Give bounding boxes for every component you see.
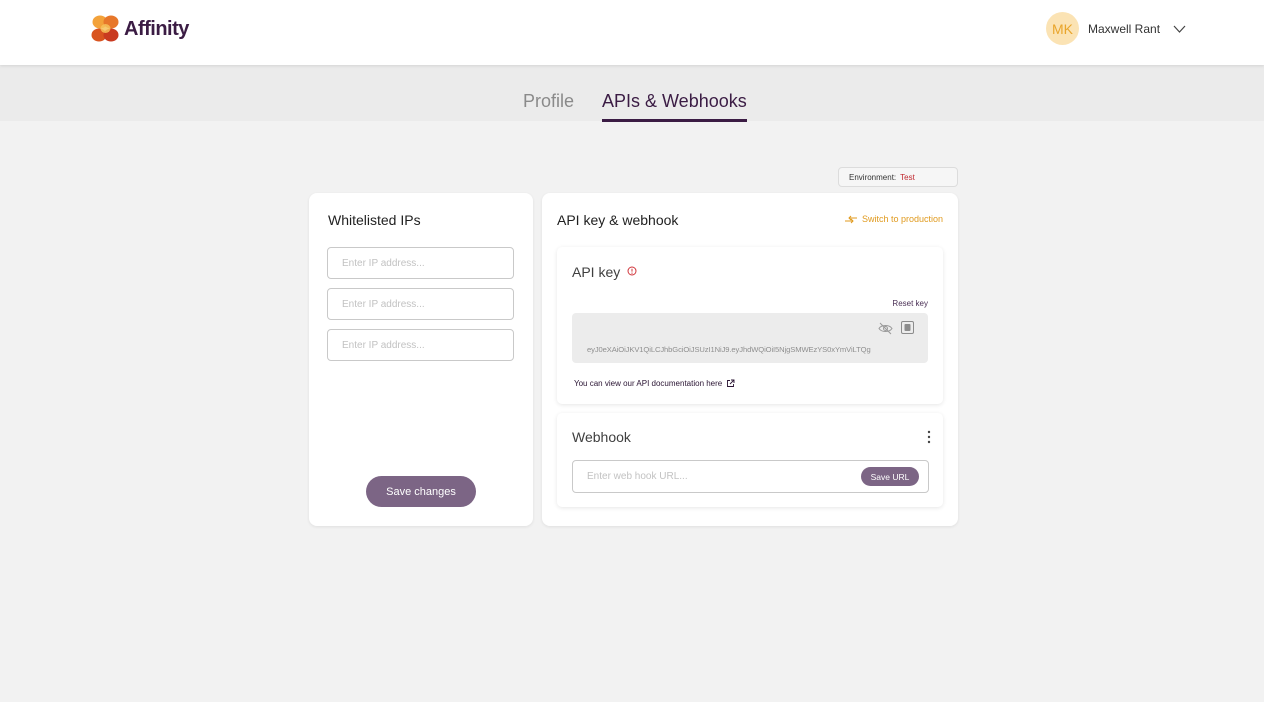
info-icon[interactable] bbox=[627, 266, 637, 276]
chevron-down-icon[interactable] bbox=[1173, 25, 1186, 33]
switch-arrows-icon bbox=[844, 215, 857, 223]
ip-address-input-3[interactable] bbox=[327, 329, 514, 361]
webhook-panel: Webhook Save URL bbox=[557, 413, 943, 507]
kebab-menu-icon[interactable] bbox=[927, 430, 931, 444]
save-changes-button[interactable]: Save changes bbox=[366, 476, 476, 507]
api-key-panel: API key Reset key eyJ0eXAiOiJKV1QiLCJhbG… bbox=[557, 247, 943, 404]
top-bar: Affinity MK Maxwell Rant bbox=[0, 0, 1264, 65]
affinity-logo-icon bbox=[91, 15, 119, 42]
api-webhook-card: API key & webhook Switch to production A… bbox=[542, 193, 958, 526]
reset-key-link[interactable]: Reset key bbox=[892, 299, 928, 308]
webhook-title: Webhook bbox=[572, 429, 631, 445]
switch-to-production-link[interactable]: Switch to production bbox=[844, 214, 943, 224]
user-menu[interactable]: MK Maxwell Rant bbox=[1046, 12, 1186, 45]
ip-address-input-2[interactable] bbox=[327, 288, 514, 320]
api-docs-link[interactable]: You can view our API documentation here bbox=[574, 379, 722, 388]
api-docs-line: You can view our API documentation here bbox=[574, 379, 735, 388]
switch-to-production-label: Switch to production bbox=[861, 214, 943, 224]
api-webhook-title: API key & webhook bbox=[557, 212, 679, 228]
whitelisted-ips-title: Whitelisted IPs bbox=[328, 212, 421, 228]
webhook-url-input[interactable] bbox=[573, 461, 853, 492]
copy-icon[interactable] bbox=[901, 321, 914, 334]
tab-apis-webhooks[interactable]: APIs & Webhooks bbox=[602, 91, 747, 122]
environment-value: Test bbox=[900, 172, 915, 182]
environment-label: Environment: bbox=[849, 172, 897, 182]
brand-name: Affinity bbox=[124, 17, 189, 40]
external-link-icon[interactable] bbox=[726, 379, 735, 388]
affinity-logo[interactable]: Affinity bbox=[89, 13, 189, 45]
api-key-title: API key bbox=[572, 264, 621, 280]
tab-bar: Profile APIs & Webhooks bbox=[0, 65, 1264, 122]
eye-off-icon[interactable] bbox=[878, 322, 893, 335]
ip-address-input-1[interactable] bbox=[327, 247, 514, 279]
api-key-box: eyJ0eXAiOiJKV1QiLCJhbGciOiJSUzI1NiJ9.eyJ… bbox=[572, 313, 928, 363]
tab-profile[interactable]: Profile bbox=[523, 91, 574, 119]
save-url-button[interactable]: Save URL bbox=[861, 467, 919, 486]
webhook-url-field: Save URL bbox=[572, 460, 929, 493]
whitelisted-ips-card: Whitelisted IPs Save changes bbox=[309, 193, 533, 526]
avatar: MK bbox=[1046, 12, 1079, 45]
api-key-value: eyJ0eXAiOiJKV1QiLCJhbGciOiJSUzI1NiJ9.eyJ… bbox=[587, 345, 871, 354]
user-name: Maxwell Rant bbox=[1088, 21, 1161, 36]
environment-badge: Environment: Test bbox=[838, 167, 958, 187]
